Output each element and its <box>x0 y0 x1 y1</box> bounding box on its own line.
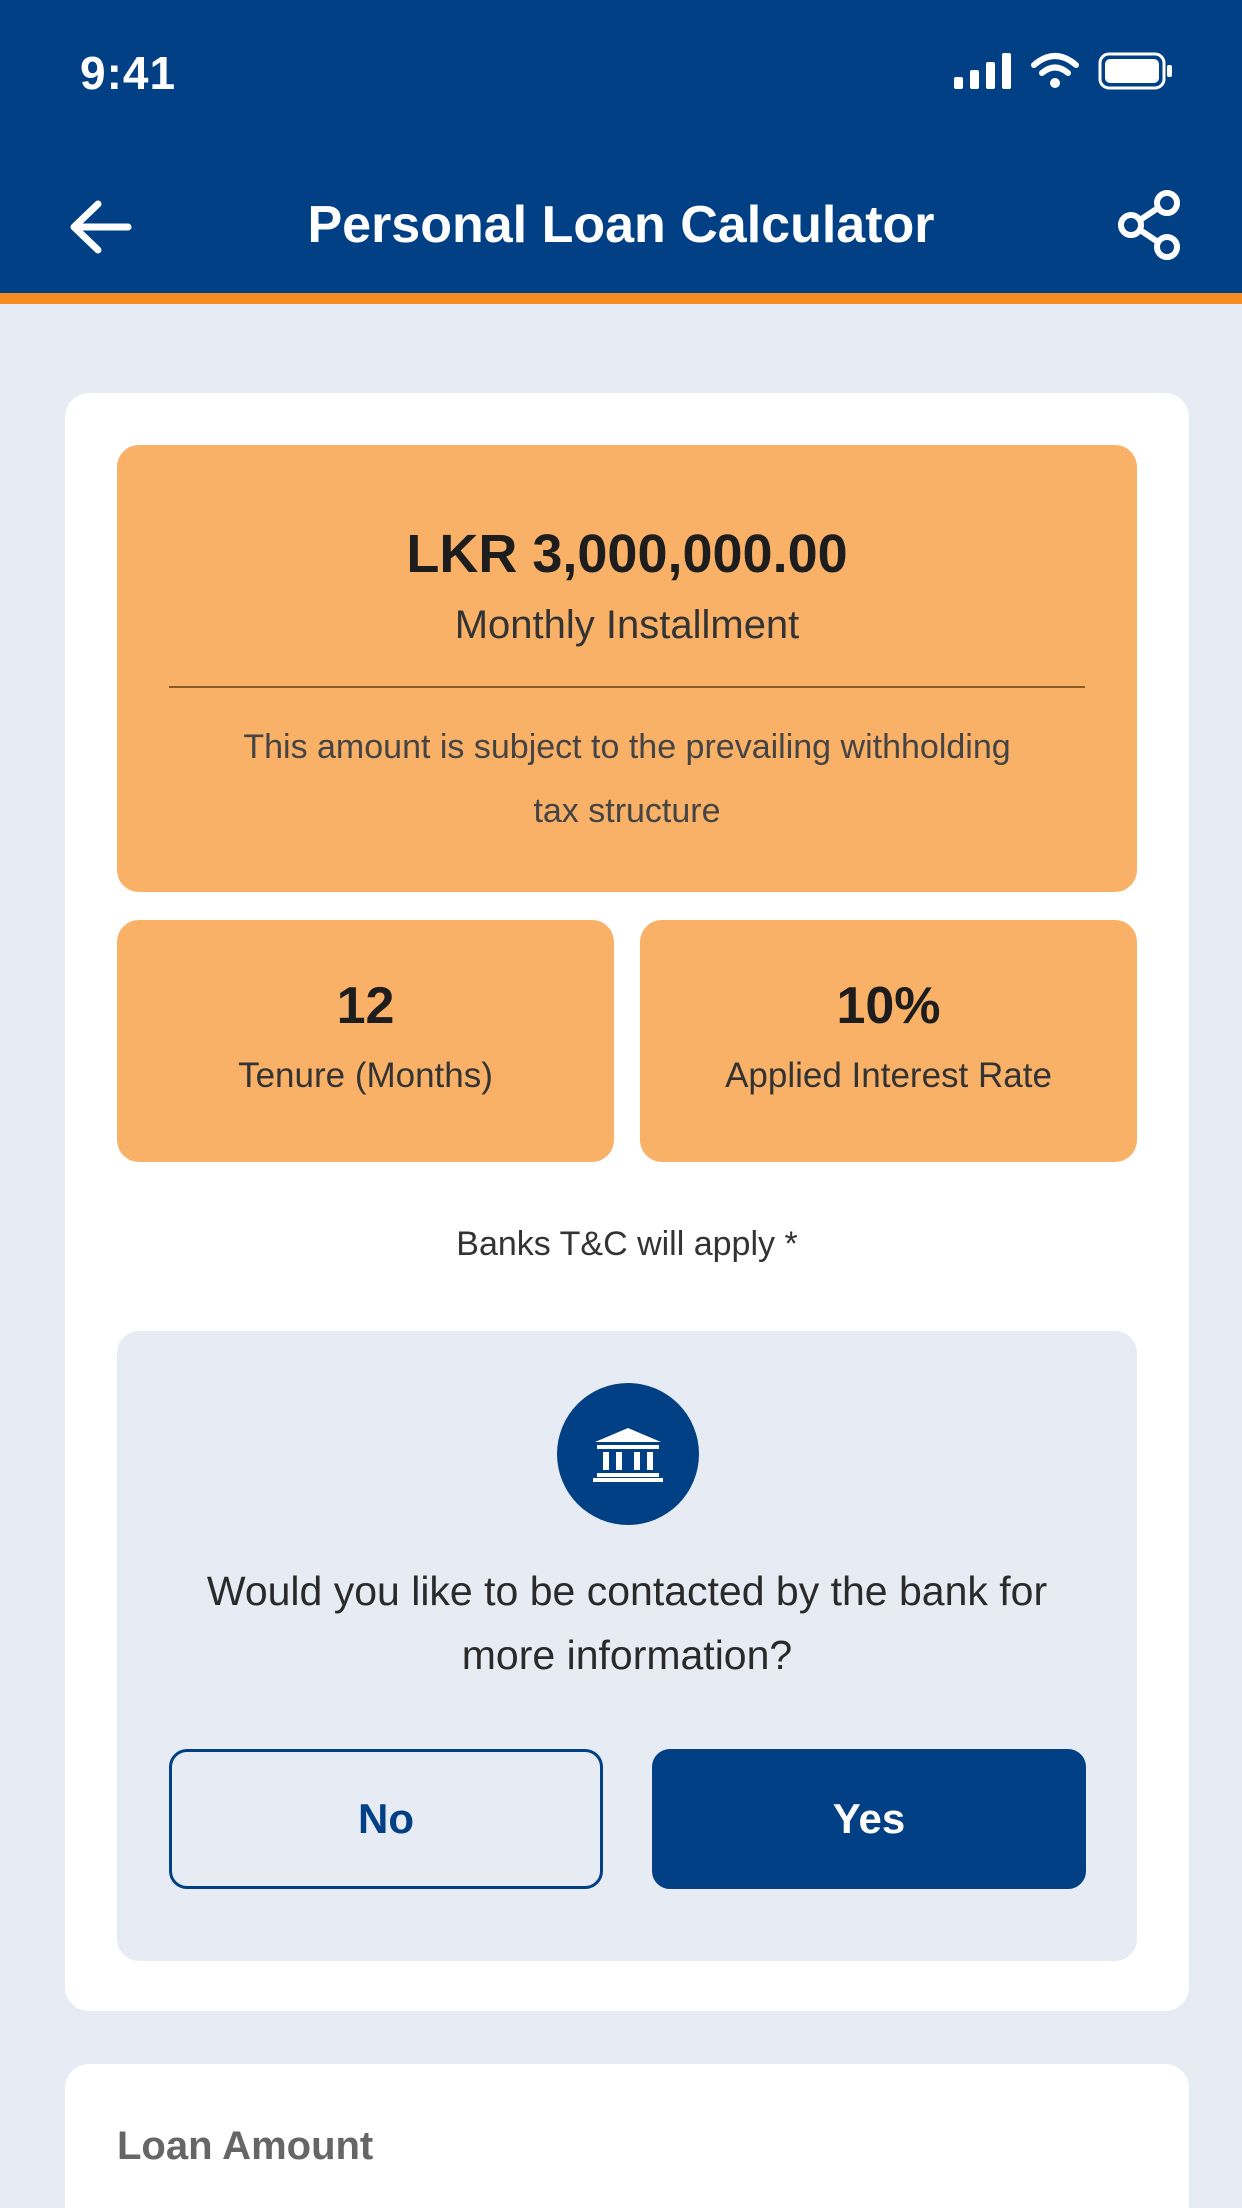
page-title: Personal Loan Calculator <box>307 196 935 254</box>
share-icon <box>1118 190 1180 260</box>
loan-amount-label: Loan Amount <box>117 2124 374 2168</box>
tenure-box: 12 Tenure (Months) <box>117 920 614 1162</box>
signal-icon <box>954 53 1012 94</box>
interest-rate-label: Applied Interest Rate <box>725 1056 1052 1095</box>
interest-rate-value: 10% <box>836 977 941 1035</box>
yes-button[interactable]: Yes <box>652 1749 1086 1889</box>
status-time: 9:41 <box>80 47 177 99</box>
app-screen: 9:41 Personal Loan Calculator LKR 3,000,… <box>0 0 1242 2208</box>
status-bar: 9:41 <box>0 0 1242 150</box>
wifi-icon <box>1030 52 1080 95</box>
terms-note: Banks T&C will apply * <box>456 1225 798 1263</box>
bank-icon <box>593 1428 663 1482</box>
interest-rate-box: 10% Applied Interest Rate <box>640 920 1137 1162</box>
divider <box>169 686 1085 688</box>
no-button[interactable]: No <box>169 1749 603 1889</box>
nav-bar: Personal Loan Calculator <box>0 175 1242 275</box>
status-icons <box>954 52 1174 95</box>
contact-question: Would you like to be contacted by the ba… <box>206 1568 1048 1678</box>
installment-note: This amount is subject to the prevailing… <box>243 728 1011 830</box>
installment-box: LKR 3,000,000.00 Monthly Installment Thi… <box>117 445 1137 892</box>
share-button[interactable] <box>1110 185 1190 265</box>
header: 9:41 Personal Loan Calculator <box>0 0 1242 304</box>
installment-label: Monthly Installment <box>454 603 800 647</box>
contact-prompt: Would you like to be contacted by the ba… <box>117 1331 1137 1961</box>
tenure-value: 12 <box>336 977 395 1035</box>
battery-icon <box>1098 52 1174 95</box>
result-card: LKR 3,000,000.00 Monthly Installment Thi… <box>65 393 1189 2011</box>
loan-form-card: Loan Amount <box>65 2064 1189 2208</box>
tenure-label: Tenure (Months) <box>238 1056 493 1095</box>
bank-icon-circle <box>557 1383 699 1525</box>
installment-amount: LKR 3,000,000.00 <box>406 524 848 584</box>
